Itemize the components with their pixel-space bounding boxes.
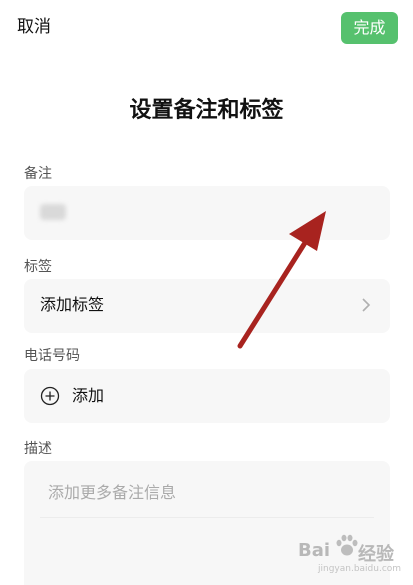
done-button[interactable]: 完成 <box>341 12 398 44</box>
phone-label: 电话号码 <box>24 348 80 364</box>
top-bar: 取消 完成 <box>0 0 413 60</box>
description-label: 描述 <box>24 441 52 457</box>
watermark-url: jingyan.baidu.com <box>318 564 402 574</box>
paw-logo-icon <box>336 534 358 556</box>
add-phone-text: 添加 <box>72 386 105 405</box>
watermark-brand-left: Bai <box>298 540 331 561</box>
watermark-brand-right: 经验 <box>358 544 394 565</box>
cancel-button[interactable]: 取消 <box>17 15 51 39</box>
description-placeholder: 添加更多备注信息 <box>48 483 177 502</box>
chevron-right-icon <box>362 298 371 312</box>
description-divider <box>40 517 374 518</box>
baidu-watermark: Bai 经验 jingyan.baidu.com <box>298 532 406 580</box>
add-tag-row[interactable]: 添加标签 <box>24 279 390 333</box>
tags-label: 标签 <box>24 259 52 275</box>
add-tag-text: 添加标签 <box>40 295 105 314</box>
remark-field[interactable] <box>24 186 390 240</box>
add-circle-icon <box>40 386 60 406</box>
add-phone-row[interactable]: 添加 <box>24 369 390 423</box>
page-title: 设置备注和标签 <box>129 98 284 123</box>
remark-label: 备注 <box>24 166 52 182</box>
